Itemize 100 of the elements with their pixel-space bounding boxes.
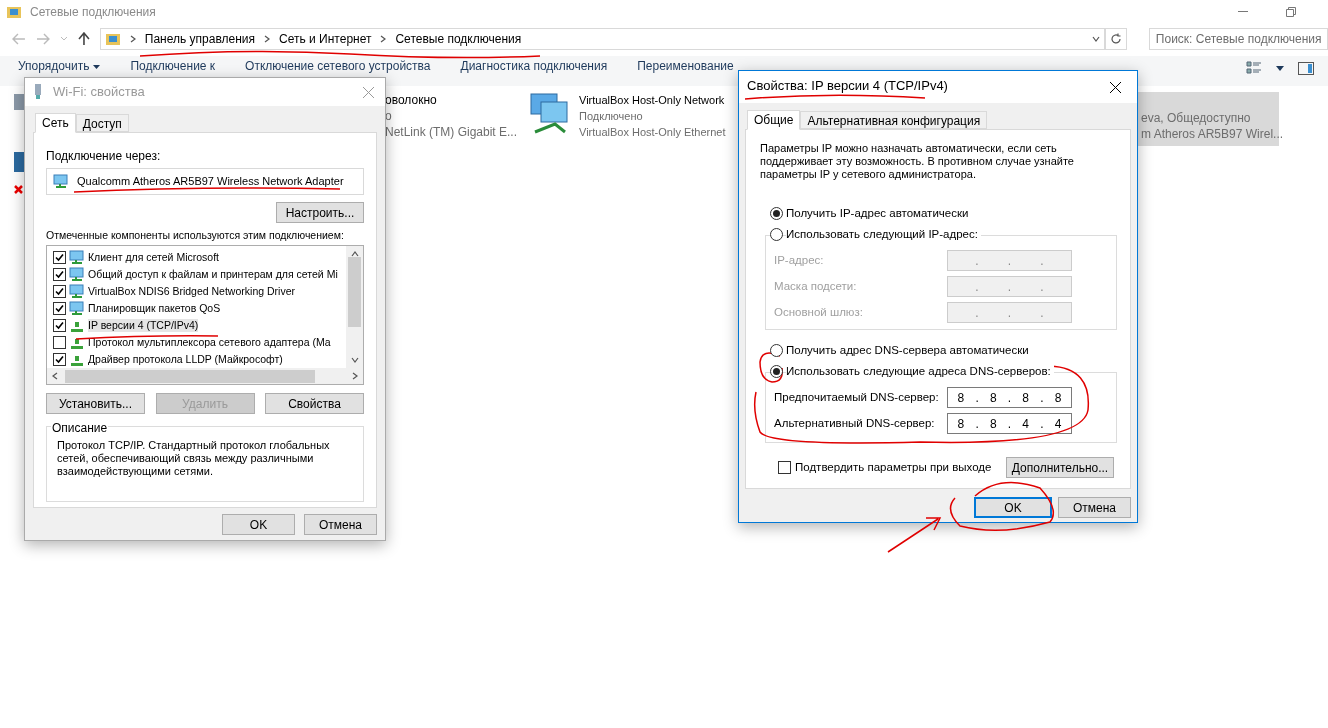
action-button[interactable]: Установить...	[46, 393, 145, 414]
dialog-title: Wi-Fi: свойства	[53, 83, 145, 102]
octet-text: 8	[957, 415, 965, 433]
dialog-button[interactable]: Отмена	[304, 514, 377, 535]
toolbar-command[interactable]: Переименование	[637, 59, 734, 74]
scroll-right-icon	[351, 372, 359, 380]
breadcrumb-item[interactable]: Панель управления	[144, 30, 256, 48]
dot-text: .	[1007, 278, 1012, 296]
chevron-right-icon	[263, 35, 272, 43]
service-monitor-icon	[69, 301, 85, 316]
dot-text: .	[975, 278, 979, 296]
adapter-name: Qualcomm Atheros AR5B97 Wireless Network Adapter	[77, 175, 344, 188]
action-button[interactable]: Свойства	[265, 393, 364, 414]
checkbox[interactable]	[53, 353, 66, 366]
scroll-down-icon	[350, 356, 359, 364]
dot-text: .	[1007, 389, 1012, 407]
network-folder-icon	[6, 4, 22, 20]
network-folder-icon	[104, 31, 121, 47]
checkbox[interactable]	[53, 336, 66, 349]
radio-button[interactable]	[770, 365, 783, 378]
component-item[interactable]: Клиент для сетей Microsoft	[88, 251, 219, 264]
radio-button[interactable]	[770, 207, 783, 220]
search-field[interactable]: Поиск: Сетевые подключения	[1148, 28, 1328, 50]
advanced-button[interactable]: Дополнительно...	[1006, 457, 1114, 478]
checkbox[interactable]	[778, 461, 791, 474]
client-monitor-icon	[69, 250, 85, 265]
field-label: Предпочитаемый DNS-сервер:	[774, 389, 939, 405]
scroll-left-icon	[51, 372, 59, 380]
connection-name: оволокно	[385, 92, 438, 108]
octet-text: 4	[1054, 415, 1062, 433]
tab[interactable]: Сеть	[35, 113, 76, 133]
dot-text: .	[1007, 252, 1012, 270]
caret-icon[interactable]	[1276, 65, 1284, 71]
view-options-icon[interactable]	[1246, 61, 1262, 75]
disconnected-adapter-icon	[14, 152, 24, 196]
checkbox[interactable]	[53, 268, 66, 281]
ip-address-field[interactable]: 8 . 8 . 8 . 8	[947, 387, 1072, 408]
checkbox[interactable]	[53, 251, 66, 264]
dot-text: .	[975, 415, 979, 433]
service-monitor-icon	[69, 284, 85, 299]
dot-text: .	[1007, 304, 1012, 322]
close-icon[interactable]	[1110, 81, 1121, 93]
toolbar-command[interactable]: Диагностика подключения	[460, 59, 608, 74]
dot-text: .	[975, 389, 979, 407]
toolbar-command[interactable]: Подключение к	[130, 59, 216, 74]
checkbox[interactable]	[53, 285, 66, 298]
tab[interactable]: Альтернативная конфигурация	[800, 111, 988, 129]
ip-address-field[interactable]: 8 . 8 . 4 . 4	[947, 413, 1072, 434]
configure-button[interactable]: Настроить...	[276, 202, 364, 223]
address-bar[interactable]: Панель управления Сеть и Интернет Сетевые подключения	[99, 28, 1105, 50]
refresh-button[interactable]	[1104, 28, 1127, 50]
checkbox[interactable]	[53, 319, 66, 332]
component-item[interactable]: Общий доступ к файлам и принтерам для сетей Mi	[88, 268, 338, 281]
caret-icon	[93, 64, 101, 69]
hand-drawn-arrow	[887, 517, 942, 553]
dot-text: .	[1040, 389, 1044, 407]
breadcrumb-item[interactable]: Сеть и Интернет	[279, 30, 372, 48]
minimize-icon[interactable]	[1238, 11, 1248, 13]
horizontal-scrollbar[interactable]	[47, 368, 363, 384]
tab[interactable]: Общие	[747, 110, 801, 130]
intro-text: Параметры IP можно назначать автоматически, если сеть поддерживает эту возможность. В противном случае узнайте параметры IP у сетевого администратора.	[760, 142, 1075, 181]
dot-text: .	[1007, 415, 1012, 433]
component-item[interactable]: Планировщик пакетов QoS	[88, 302, 221, 315]
dot-text: .	[1040, 252, 1044, 270]
up-arrow-icon[interactable]	[77, 32, 90, 46]
tab[interactable]: Доступ	[75, 114, 129, 132]
octet-text: 8	[989, 389, 997, 407]
field-label: Маска подсети:	[774, 278, 857, 294]
octet-text: 4	[1022, 415, 1029, 433]
radio-button[interactable]	[770, 344, 783, 357]
toolbar-command[interactable]: Упорядочить	[18, 59, 101, 74]
radio-button[interactable]	[770, 228, 783, 241]
connection-detail: Подключено	[579, 109, 644, 124]
dot-text: .	[975, 252, 979, 270]
field-label: Альтернативный DNS-сервер:	[774, 415, 935, 431]
octet-text: 8	[957, 389, 965, 407]
vertical-scrollbar[interactable]	[346, 246, 363, 368]
description-text: Протокол TCP/IP. Стандартный протокол глобальных сетей, обеспечивающий связь между различными взаимодействующими сетями.	[57, 439, 331, 478]
checkbox-label[interactable]: Подтвердить параметры при выходе	[795, 458, 992, 477]
component-item[interactable]: VirtualBox NDIS6 Bridged Networking Driver	[88, 285, 295, 298]
connection-detail: eva, Общедоступно	[1141, 110, 1252, 126]
dot-text: .	[1040, 415, 1044, 433]
component-item[interactable]: IP версии 4 (TCP/IPv4)	[88, 319, 199, 332]
component-item[interactable]: Драйвер протокола LLDP (Майкрософт)	[88, 353, 283, 366]
service-monitor-icon	[69, 267, 85, 282]
checkbox[interactable]	[53, 302, 66, 315]
dot-text: .	[975, 304, 979, 322]
chevron-right-icon	[128, 35, 137, 43]
connection-detail: о	[385, 108, 393, 124]
dialog-button[interactable]: OK	[222, 514, 295, 535]
dialog-button[interactable]: Отмена	[1058, 497, 1131, 518]
preview-pane-icon[interactable]	[1298, 61, 1314, 75]
octet-text: 8	[989, 415, 997, 433]
breadcrumb-item[interactable]: Сетевые подключения	[395, 30, 522, 48]
component-item[interactable]: Протокол мультиплексора сетевого адаптера (Ма	[88, 336, 331, 349]
toolbar-command[interactable]: Отключение сетевого устройства	[245, 59, 431, 74]
window-title: Сетевые подключения	[30, 4, 156, 21]
dialog-button[interactable]: OK	[974, 497, 1052, 518]
restore-icon[interactable]	[1286, 7, 1296, 17]
connection-name: VirtualBox Host-Only Network	[579, 93, 726, 108]
